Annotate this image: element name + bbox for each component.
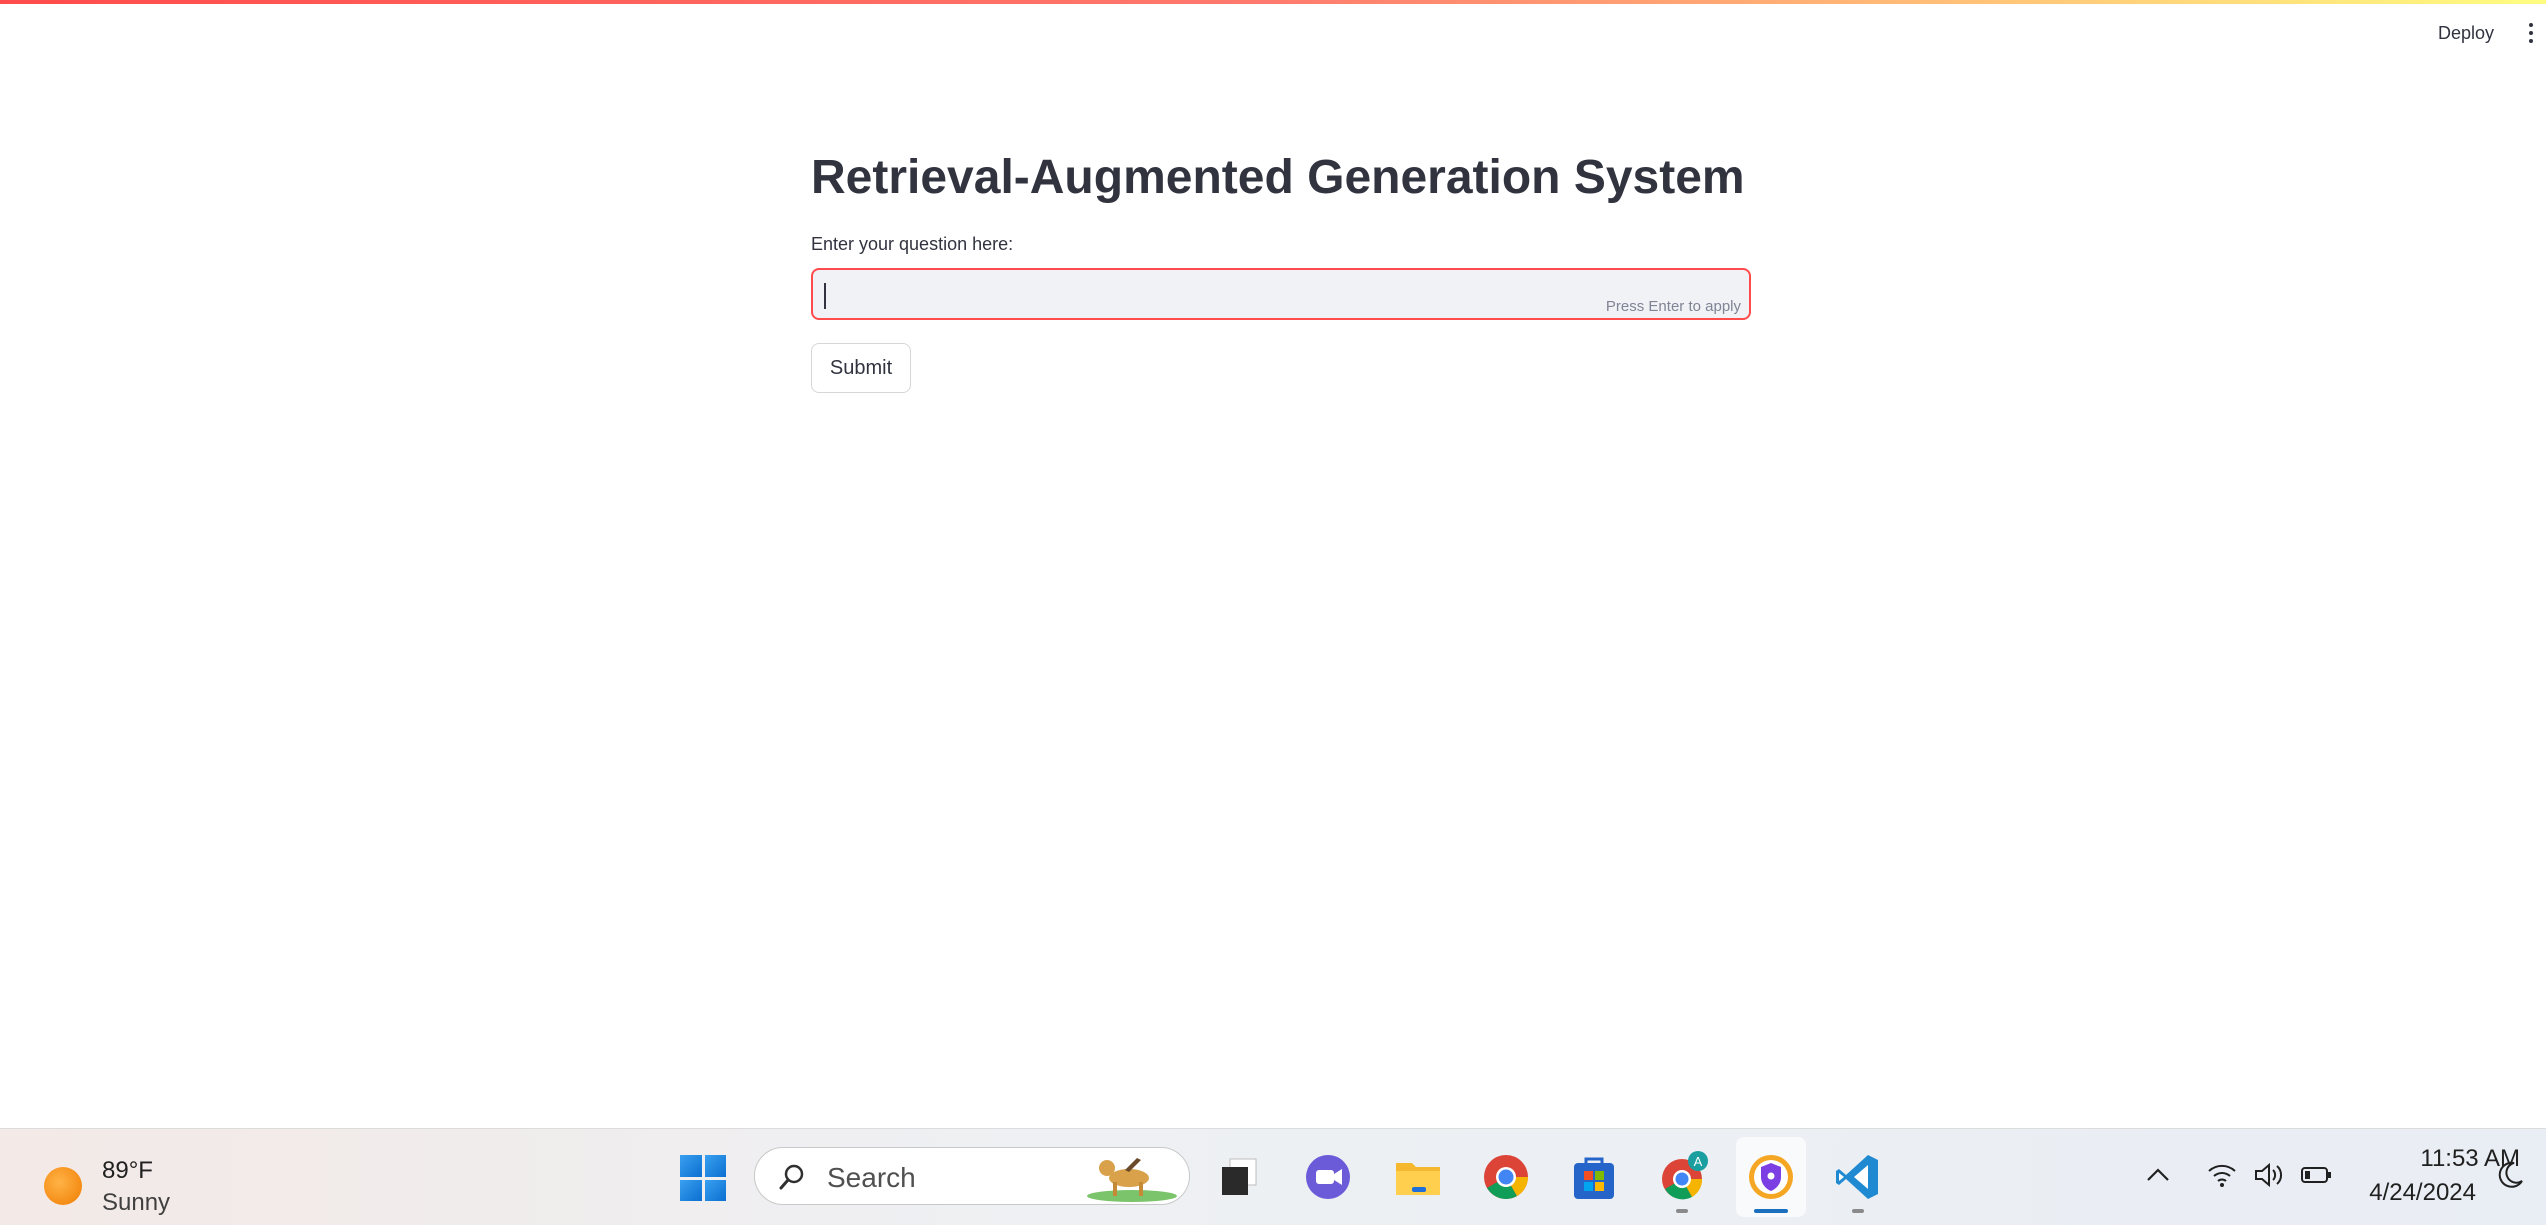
taskbar-search[interactable]: Search xyxy=(754,1147,1190,1205)
wifi-icon[interactable] xyxy=(2206,1159,2238,1191)
windows-logo-icon[interactable] xyxy=(680,1155,726,1201)
deploy-button[interactable]: Deploy xyxy=(2424,18,2508,48)
task-view-icon[interactable] xyxy=(1214,1151,1266,1203)
weather-condition: Sunny xyxy=(102,1189,171,1216)
weather-widget[interactable]: 89°F Sunny xyxy=(40,1141,200,1216)
active-indicator xyxy=(1754,1209,1788,1213)
taskbar: 89°F Sunny Search A 11:53 AM 4/24/2024 xyxy=(0,1128,2546,1225)
question-input-container: Press Enter to apply xyxy=(811,268,1751,320)
page-title: Retrieval-Augmented Generation System xyxy=(811,151,1745,204)
main-menu-icon[interactable] xyxy=(2522,18,2540,48)
submit-button[interactable]: Submit xyxy=(811,343,911,393)
text-caret xyxy=(824,283,826,309)
weather-temperature: 89°F xyxy=(102,1157,153,1184)
input-hint: Press Enter to apply xyxy=(1605,298,1741,315)
question-label: Enter your question here: xyxy=(811,234,1014,254)
chrome-icon[interactable] xyxy=(1480,1151,1532,1203)
clock-date[interactable]: 4/24/2024 xyxy=(2350,1179,2476,1207)
volume-icon[interactable] xyxy=(2252,1159,2284,1191)
battery-icon[interactable] xyxy=(2300,1159,2332,1191)
top-decoration-bar xyxy=(0,0,2546,4)
search-icon xyxy=(779,1164,804,1190)
moon-icon[interactable] xyxy=(2494,1159,2526,1191)
vscode-icon[interactable] xyxy=(1832,1151,1884,1203)
running-indicator xyxy=(1852,1209,1864,1213)
sun-icon xyxy=(44,1167,82,1205)
shield-lock-icon[interactable] xyxy=(1745,1151,1797,1203)
video-call-icon[interactable] xyxy=(1302,1151,1354,1203)
folder-icon[interactable] xyxy=(1392,1151,1444,1203)
chrome-profile-icon[interactable]: A xyxy=(1656,1151,1708,1203)
search-placeholder: Search xyxy=(827,1162,916,1193)
guide-dog-illustration-icon xyxy=(1087,1158,1177,1202)
profile-badge: A xyxy=(1694,1154,1703,1169)
chevron-up-icon[interactable] xyxy=(2142,1159,2174,1191)
store-icon[interactable] xyxy=(1568,1151,1620,1203)
running-indicator xyxy=(1676,1209,1688,1213)
